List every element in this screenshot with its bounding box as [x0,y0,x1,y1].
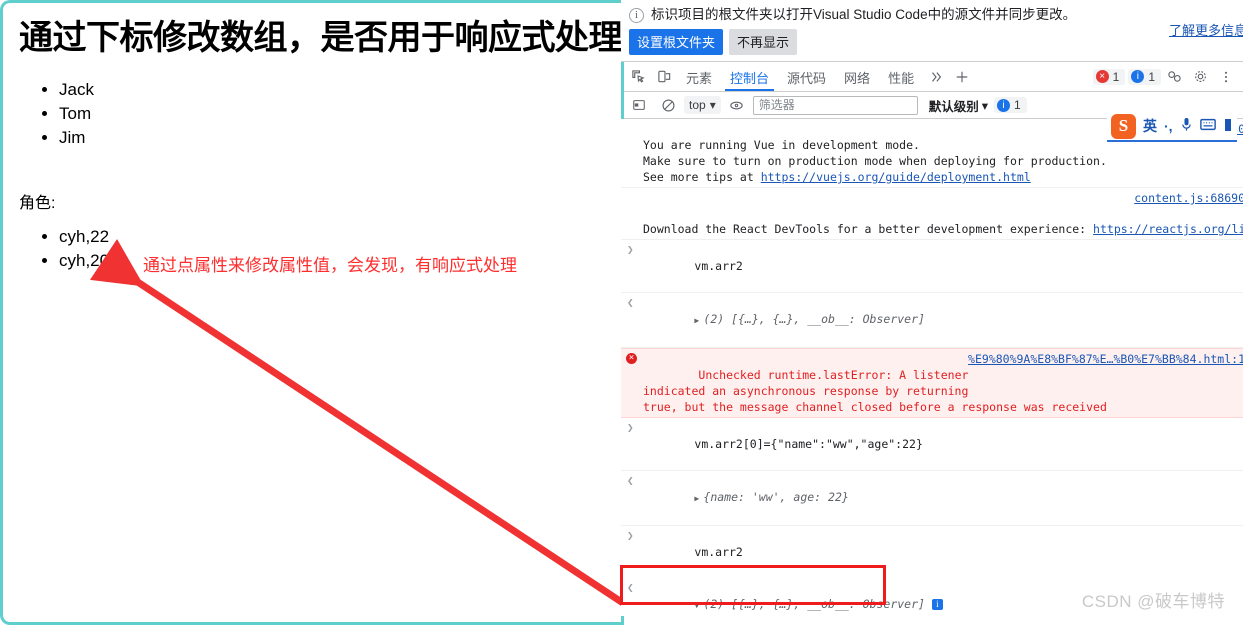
chevron-double-right-icon[interactable] [923,64,949,90]
list-item: cyh,22 [59,225,605,248]
kebab-menu-icon[interactable] [1213,64,1239,90]
set-root-folder-button[interactable]: 设置根文件夹 [629,29,724,55]
chevron-down-icon: ▾ [709,98,716,112]
level-label: 默认级别 [928,99,979,114]
list-item: Tom [59,102,605,125]
log-line: Make sure to turn on production mode whe… [643,154,1107,168]
source-link[interactable]: %E9%80%9A%E8%BF%87%E…%B0%E7%BB%84.html:1 [968,351,1243,367]
inspect-element-icon[interactable] [625,64,651,90]
learn-more-link[interactable]: 了解更多信息 [1169,20,1243,39]
cast-icon[interactable] [1161,64,1187,90]
console-output[interactable]: vue.js:9530You are running Vue in develo… [621,119,1243,616]
chevron-down-icon: ▾ [981,98,989,113]
console-sidebar-icon[interactable] [626,92,652,118]
tab-network[interactable]: 网络 [835,62,879,91]
log-line: See more tips at [643,170,761,184]
console-output-row[interactable]: ❮ ▶ {name: 'ww', age: 22} [621,471,1243,526]
input-chevron-icon: ❯ [627,529,634,542]
roles-label: 角色: [19,194,56,212]
keyboard-icon[interactable] [1199,118,1216,134]
output-chevron-icon: ❮ [627,296,634,309]
log-line: You are running Vue in development mode. [643,138,920,152]
page-title: 通过下标修改数组，是否用于响应式处理 [19,19,621,57]
gear-icon[interactable] [1187,64,1213,90]
output-chevron-icon: ❮ [627,581,634,594]
info-count: 1 [1014,98,1021,112]
react-devtools-link[interactable]: https://reactjs.org/link/react-devtools [1093,222,1243,236]
filterbar-info-badge[interactable]: i 1 [994,97,1027,113]
tab-elements[interactable]: 元素 [677,62,721,91]
tab-performance[interactable]: 性能 [879,62,923,91]
log-level-select[interactable]: 默认级别 ▾ [929,96,988,115]
live-expression-icon[interactable] [724,92,750,118]
tab-label: 性能 [888,70,915,86]
console-message-react-devtools: content.js:68690 Download the React DevTo… [621,188,1243,240]
ime-punctuation-toggle[interactable]: ·, [1164,118,1173,134]
log-line: Download the React DevTools for a better… [643,222,1094,236]
input-expression: vm.arr2[0]={"name":"ww","age":22} [694,437,923,451]
dont-show-again-button[interactable]: 不再显示 [729,29,798,55]
list-item: Jim [59,126,605,149]
input-expression: vm.arr2 [694,545,743,559]
sogou-logo-label: S [1118,116,1129,135]
devtools-tabstrip: 元素 控制台 源代码 网络 性能 × 1 i 1 [621,62,1243,92]
tab-sources[interactable]: 源代码 [778,62,835,91]
console-input-row[interactable]: ❯ vm.arr2[0]={"name":"ww","age":22} [621,418,1243,471]
tab-label: 控制台 [730,70,770,86]
output-value: (2) [{…}, {…}, __ob__: Observer] [703,312,925,326]
info-count-badge[interactable]: i 1 [1128,68,1161,85]
input-chevron-icon: ❯ [627,421,634,434]
tab-label: 元素 [686,70,713,86]
clear-console-icon[interactable] [655,92,681,118]
csdn-watermark: CSDN @破车博特 [1081,592,1225,611]
info-count: 1 [1148,69,1155,84]
devtools-panel: i 标识项目的根文件夹以打开Visual Studio Code中的源文件并同步… [621,0,1243,625]
tab-label: 网络 [844,70,871,86]
tab-console[interactable]: 控制台 [721,62,778,91]
console-input-row[interactable]: ❯ vm.arr2 [621,240,1243,293]
input-chevron-icon: ❯ [627,243,634,256]
ime-mode-toggle[interactable]: 英 [1143,116,1157,136]
names-list: Jack Tom Jim [19,78,605,149]
sogou-logo-icon[interactable]: S [1111,113,1136,139]
error-dot-icon: × [1095,70,1109,83]
error-count: 1 [1112,69,1120,84]
error-line: indicated an asynchronous response by re… [643,384,969,398]
output-value: (2) [{…}, {…}, __ob__: Observer] [703,597,925,611]
sogou-ime-bar[interactable]: S 英 ·, [1107,112,1237,142]
context-label: top [689,98,706,112]
info-icon: i [629,8,644,23]
device-toolbar-icon[interactable] [651,64,677,90]
tab-label: 源代码 [787,70,827,86]
output-value: {name: 'ww', age: 22} [703,490,849,504]
error-line: Unchecked runtime.lastError: A listener [698,368,969,382]
browser-page-pane: 通过下标修改数组，是否用于响应式处理 Jack Tom Jim 角色: cyh,… [0,0,621,625]
microphone-icon[interactable] [1180,117,1193,135]
console-error-row: × %E9%80%9A%E8%BF%87%E…%B0%E7%BB%84.html:… [621,348,1243,418]
list-item: Jack [59,78,605,101]
error-count-badge[interactable]: × 1 [1092,68,1126,85]
input-expression: vm.arr2 [694,259,743,273]
vue-deployment-link[interactable]: https://vuejs.org/guide/deployment.html [761,170,1031,184]
infobar-message: 标识项目的根文件夹以打开Visual Studio Code中的源文件并同步更改… [651,7,1077,22]
source-link[interactable]: content.js:68690 [1134,190,1243,206]
object-info-icon[interactable]: i [931,599,943,610]
console-input-row[interactable]: ❯ vm.arr2 [621,526,1243,578]
annotation-text: 通过点属性来修改属性值，会发现，有响应式处理 [143,256,517,275]
plus-icon[interactable] [949,64,975,90]
execution-context-select[interactable]: top ▾ [684,96,721,114]
error-line: true, but the message channel closed bef… [643,400,1107,414]
filter-input[interactable] [752,95,918,115]
info-dot-icon: i [1131,70,1145,83]
ime-more-icon[interactable] [1223,118,1233,135]
error-icon: × [626,353,637,364]
console-output-row[interactable]: ❮ ▶ (2) [{…}, {…}, __ob__: Observer] [621,293,1243,348]
output-chevron-icon: ❮ [627,474,634,487]
info-dot-icon: i [997,98,1011,112]
workspace-infobar: i 标识项目的根文件夹以打开Visual Studio Code中的源文件并同步… [621,0,1243,62]
